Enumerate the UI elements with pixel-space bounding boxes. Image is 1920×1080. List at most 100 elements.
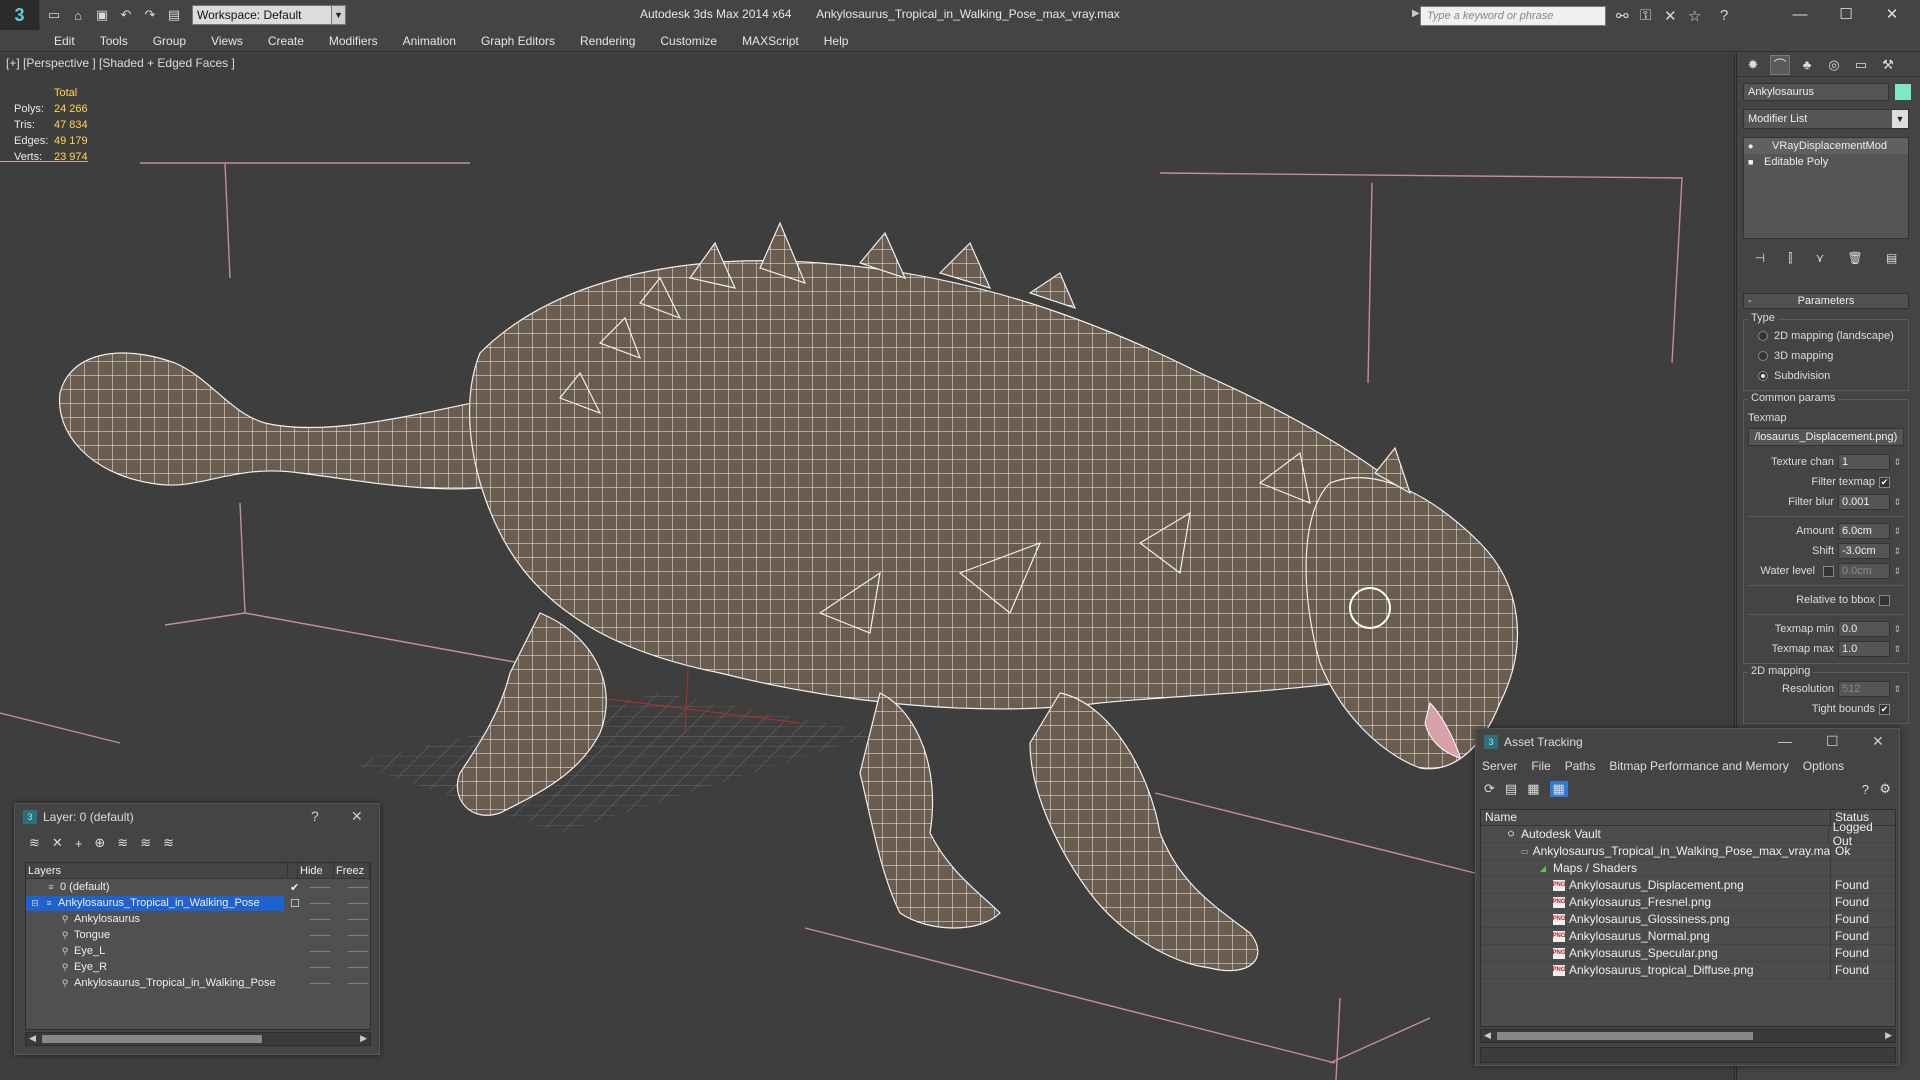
layer-dialog-titlebar[interactable]: 3 Layer: 0 (default) ? ✕ [15,804,379,830]
menu-tools[interactable]: Tools [100,34,128,48]
hide-toggle[interactable]: —— [310,882,330,893]
scroll-left-icon[interactable]: ◀ [1484,1030,1491,1041]
freeze-toggle[interactable]: —— [348,914,368,925]
maximize-icon[interactable]: ☐ [1826,733,1839,750]
menu-create[interactable]: Create [268,34,304,48]
menu-modifiers[interactable]: Modifiers [329,34,378,48]
menu-customize[interactable]: Customize [660,34,717,48]
menu-animation[interactable]: Animation [403,34,456,48]
hide-toggle[interactable]: —— [310,962,330,973]
column-layers[interactable]: Layers [26,863,288,878]
help-icon[interactable]: ? [311,808,319,824]
relative-bbox-checkbox[interactable] [1879,594,1890,606]
freeze-toggle[interactable]: —— [348,978,368,989]
filter-texmap-checkbox[interactable]: ✔ [1879,476,1890,488]
freeze-toggle[interactable]: —— [348,946,368,957]
make-unique-icon[interactable]: ⋎ [1815,251,1824,265]
create-layer-icon[interactable]: ≋ [29,835,40,851]
motion-tab-icon[interactable]: ◎ [1824,55,1844,75]
menu-options[interactable]: Options [1803,759,1844,773]
asset-horizontal-scrollbar[interactable]: ◀ ▶ [1480,1029,1896,1043]
hide-toggle[interactable]: —— [310,914,330,925]
column-freeze[interactable]: Freez [334,863,370,878]
project-folder-icon[interactable]: ▤ [164,5,184,25]
collapse-icon[interactable]: - [1748,295,1752,307]
asset-row-diffuse[interactable]: PNG Ankylosaurus_tropical_Diffuse.png Fou… [1481,961,1895,979]
add-to-layer-icon[interactable]: + [75,836,83,851]
pin-stack-icon[interactable]: ⊣ [1755,251,1765,265]
texmap-button[interactable]: /losaurus_Displacement.png) [1748,428,1904,446]
show-end-result-icon[interactable]: ⫿ [1788,251,1792,266]
layer-list[interactable]: Layers Hide Freez ≡ 0 (default) ✔ —— —— ⊟… [25,862,371,1030]
layer-object-ankylosaurus-pose[interactable]: ⚲ Ankylosaurus_Tropical_in_Walking_Pose —… [26,975,370,991]
display-tab-icon[interactable]: ▭ [1851,55,1871,75]
thumbnail-view-icon[interactable]: ▦ [1527,781,1539,797]
asset-row-displacement[interactable]: PNG Ankylosaurus_Displacement.png Found [1481,876,1895,894]
close-icon[interactable]: ✕ [1869,0,1915,28]
shift-spinner[interactable]: -3.0cm [1838,543,1901,559]
minimize-icon[interactable]: — [1778,733,1792,749]
new-file-icon[interactable]: ▭ [44,5,64,25]
hierarchy-tab-icon[interactable]: ♣ [1797,55,1817,75]
menu-file[interactable]: File [1531,759,1550,773]
scroll-right-icon[interactable]: ▶ [1885,1030,1892,1041]
freeze-all-layers-icon[interactable]: ≋ [163,835,174,851]
open-file-icon[interactable]: ⌂ [68,5,88,25]
utilities-tab-icon[interactable]: ⚒ [1878,55,1898,75]
help-icon[interactable]: ? [1720,7,1728,24]
chevron-down-icon[interactable]: ▼ [1892,110,1908,128]
asset-dialog-titlebar[interactable]: 3 Asset Tracking — ☐ ✕ [1476,729,1899,755]
set-current-box-icon[interactable]: ☐ [290,897,300,910]
collapse-icon[interactable]: ⊟ [30,898,40,908]
asset-row-specular[interactable]: PNG Ankylosaurus_Specular.png Found [1481,944,1895,962]
stack-item-editable-poly[interactable]: ■ Editable Poly [1744,154,1908,170]
radio-2d-mapping[interactable]: 2D mapping (landscape) [1748,326,1904,346]
freeze-toggle[interactable]: —— [348,898,368,909]
stack-item-vray-displacement[interactable]: ● VRayDisplacementMod [1744,138,1908,154]
highlight-layer-icon[interactable]: ≋ [117,835,128,851]
menu-help[interactable]: Help [824,34,849,48]
menu-graph-editors[interactable]: Graph Editors [481,34,555,48]
asset-row-max-file[interactable]: ▭ Ankylosaurus_Tropical_in_Walking_Pose_m… [1481,842,1895,860]
asset-row-glossiness[interactable]: PNG Ankylosaurus_Glossiness.png Found [1481,910,1895,928]
layer-object-tongue[interactable]: ⚲ Tongue —— —— [26,927,370,943]
menu-edit[interactable]: Edit [54,34,75,48]
table-view-icon[interactable]: ▦ [1549,781,1568,797]
tight-bounds-checkbox[interactable]: ✔ [1879,703,1890,715]
amount-spinner[interactable]: 6.0cm [1838,523,1901,539]
save-file-icon[interactable]: ▣ [92,5,112,25]
viewport-label[interactable]: [+] [Perspective ] [Shaded + Edged Faces… [6,56,235,70]
layer-dialog[interactable]: 3 Layer: 0 (default) ? ✕ ≋ ✕ + ⊕ ≋ ≋ ≋ L… [14,803,380,1055]
hide-toggle[interactable]: —— [310,946,330,957]
list-view-icon[interactable]: ▤ [1505,781,1517,797]
asset-row-maps[interactable]: ◢ Maps / Shaders [1481,859,1895,877]
communication-center-icon[interactable]: ✕ [1664,7,1677,25]
asset-row-fresnel[interactable]: PNG Ankylosaurus_Fresnel.png Found [1481,893,1895,911]
search-expand-icon[interactable]: ▶ [1412,8,1420,19]
water-level-checkbox[interactable] [1823,565,1834,577]
object-name-field[interactable]: Ankylosaurus [1743,83,1889,101]
redo-icon[interactable]: ↷ [140,5,160,25]
layer-row-default[interactable]: ≡ 0 (default) ✔ —— —— [26,879,370,895]
texture-chan-spinner[interactable]: 1 [1838,454,1901,470]
refresh-icon[interactable]: ⟳ [1484,781,1495,797]
hide-toggle[interactable]: —— [310,978,330,989]
maximize-icon[interactable]: ☐ [1823,0,1869,28]
layer-horizontal-scrollbar[interactable]: ◀ ▶ [25,1032,371,1046]
scroll-left-icon[interactable]: ◀ [29,1033,36,1044]
scroll-thumb[interactable] [1497,1032,1753,1040]
texmap-max-spinner[interactable]: 1.0 [1838,641,1901,657]
radio-subdivision[interactable]: Subdivision [1748,366,1904,386]
select-in-layer-icon[interactable]: ⊕ [94,835,105,851]
object-color-swatch[interactable] [1895,84,1911,100]
settings-icon[interactable]: ⚙ [1879,781,1891,797]
subscription-icon[interactable]: ⚿ [1640,7,1651,24]
asset-path-field[interactable] [1480,1047,1896,1063]
freeze-toggle[interactable]: —— [348,882,368,893]
close-icon[interactable]: ✕ [351,808,363,825]
delete-layer-icon[interactable]: ✕ [52,835,63,851]
binoculars-icon[interactable]: ⚯ [1616,7,1629,25]
layer-object-eye-l[interactable]: ⚲ Eye_L —— —— [26,943,370,959]
texmap-min-spinner[interactable]: 0.0 [1838,621,1901,637]
asset-tracking-dialog[interactable]: 3 Asset Tracking — ☐ ✕ Server File Paths… [1475,728,1900,1066]
